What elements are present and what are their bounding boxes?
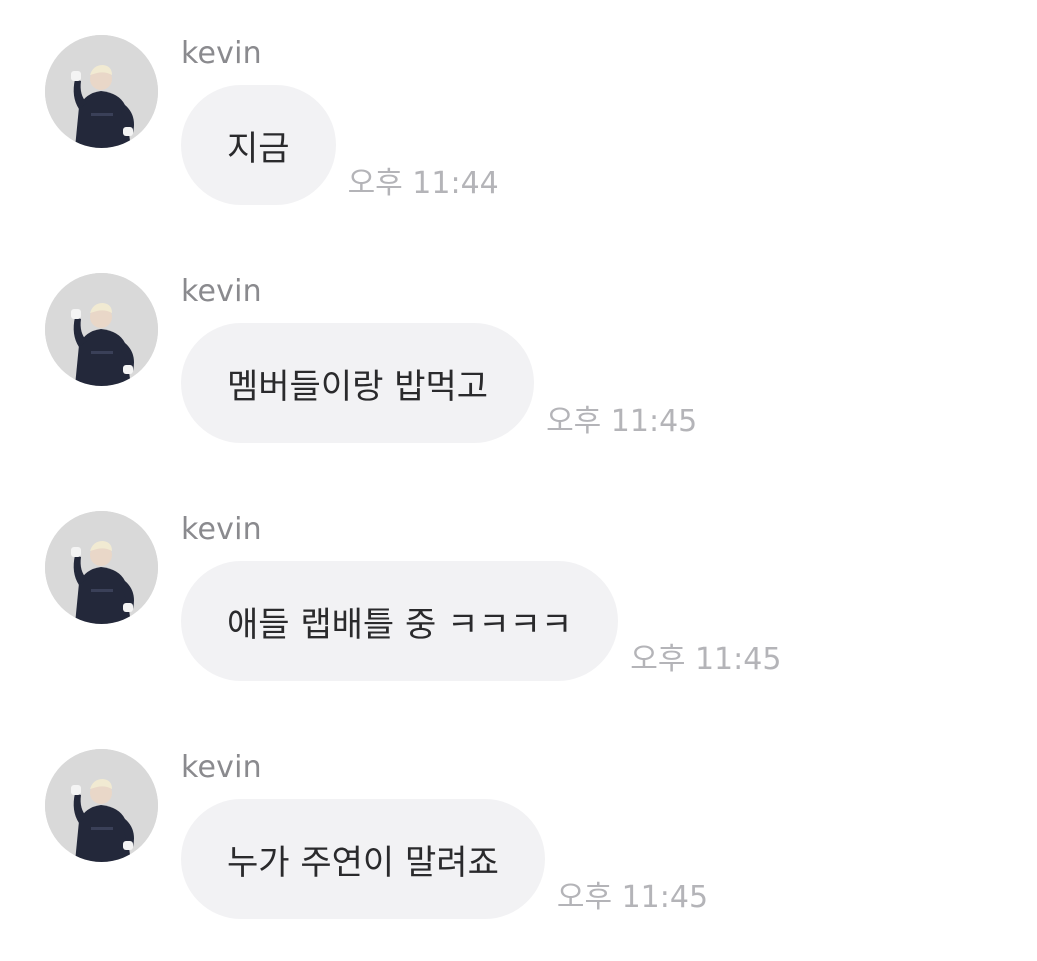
sender-name: kevin bbox=[181, 36, 262, 71]
chat-message-list: kevin 지금 오후 11:44 kevin 멤버들이랑 밥먹고 오후 11:… bbox=[0, 0, 1037, 961]
message-row: 멤버들이랑 밥먹고 오후 11:45 bbox=[181, 323, 697, 443]
message-bubble[interactable]: 지금 bbox=[181, 85, 336, 205]
message-timestamp: 오후 11:44 bbox=[347, 166, 499, 201]
chat-message: kevin 지금 오후 11:44 bbox=[0, 0, 1037, 238]
avatar-person-icon bbox=[45, 749, 158, 862]
sender-avatar[interactable] bbox=[45, 511, 158, 624]
avatar-person-icon bbox=[45, 511, 158, 624]
sender-name: kevin bbox=[181, 750, 262, 785]
sender-name: kevin bbox=[181, 512, 262, 547]
message-timestamp: 오후 11:45 bbox=[630, 642, 782, 677]
avatar-person-icon bbox=[45, 273, 158, 386]
sender-avatar[interactable] bbox=[45, 273, 158, 386]
message-timestamp: 오후 11:45 bbox=[556, 880, 709, 915]
message-bubble[interactable]: 멤버들이랑 밥먹고 bbox=[181, 323, 535, 443]
message-row: 애들 랩배틀 중 ㅋㅋㅋㅋ 오후 11:45 bbox=[181, 561, 781, 681]
message-timestamp: 오후 11:45 bbox=[546, 404, 698, 439]
message-row: 지금 오후 11:44 bbox=[181, 85, 499, 205]
avatar-person-icon bbox=[45, 35, 158, 148]
message-bubble[interactable]: 애들 랩배틀 중 ㅋㅋㅋㅋ bbox=[181, 561, 619, 681]
message-row: 누가 주연이 말려죠 오후 11:45 bbox=[181, 799, 708, 919]
chat-message: kevin 누가 주연이 말려죠 오후 11:45 bbox=[0, 714, 1037, 952]
sender-avatar[interactable] bbox=[45, 35, 158, 148]
sender-name: kevin bbox=[181, 274, 262, 309]
sender-avatar[interactable] bbox=[45, 749, 158, 862]
message-bubble[interactable]: 누가 주연이 말려죠 bbox=[181, 799, 545, 919]
chat-message: kevin 애들 랩배틀 중 ㅋㅋㅋㅋ 오후 11:45 bbox=[0, 476, 1037, 714]
chat-message: kevin 멤버들이랑 밥먹고 오후 11:45 bbox=[0, 238, 1037, 476]
